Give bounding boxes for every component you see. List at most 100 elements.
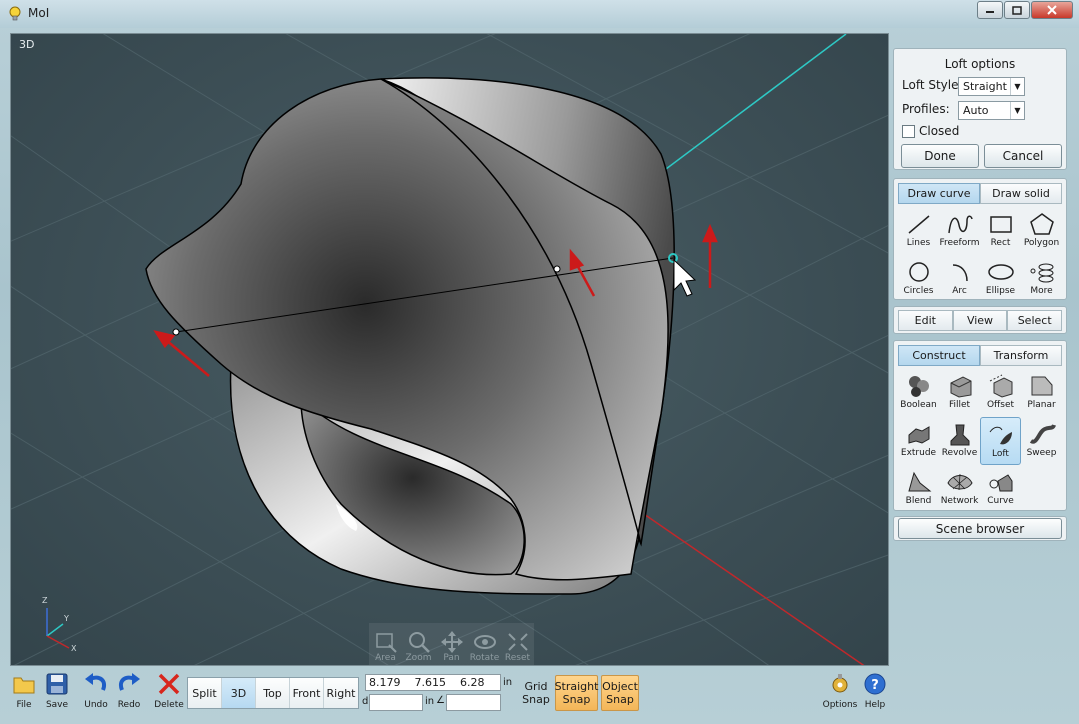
offset-tool[interactable]: Offset (980, 369, 1021, 417)
freeform-icon (947, 215, 973, 234)
done-button[interactable]: Done (901, 144, 979, 168)
revolve-tool[interactable]: Revolve (939, 417, 980, 465)
fillet-tool[interactable]: Fillet (939, 369, 980, 417)
rect-tool[interactable]: Rect (980, 207, 1021, 255)
tab-construct[interactable]: Construct (898, 345, 980, 366)
view-mode-buttons: Split 3D Top Front Right (187, 677, 359, 709)
lines-tool[interactable]: Lines (898, 207, 939, 255)
extrude-tool[interactable]: Extrude (898, 417, 939, 465)
view-3d-button[interactable]: 3D (222, 678, 256, 708)
line-icon (908, 215, 929, 234)
loft-options-title: Loft options (944, 57, 1016, 71)
file-button[interactable]: File (6, 670, 42, 718)
ellipse-tool[interactable]: Ellipse (980, 255, 1021, 303)
closed-checkbox[interactable] (902, 125, 915, 138)
axis-label-x: X (71, 644, 77, 653)
revolve-icon (950, 424, 969, 446)
planar-tool[interactable]: Planar (1021, 369, 1062, 417)
axis-label-z: Z (42, 596, 48, 605)
more-curves-icon (1030, 263, 1053, 283)
folder-icon (13, 677, 35, 694)
tab-transform[interactable]: Transform (980, 345, 1062, 366)
save-button[interactable]: Save (39, 670, 75, 718)
loft-options-panel: Loft options Loft Style: Straight ▼ Prof… (893, 48, 1067, 170)
view-nav-tools: Area Zoom Pan Rotate Reset (369, 623, 534, 665)
profiles-select[interactable]: Auto ▼ (958, 101, 1025, 120)
circles-tool[interactable]: Circles (898, 255, 939, 303)
grid-snap-button[interactable]: Grid Snap (518, 675, 554, 711)
network-icon (946, 473, 973, 491)
angle-input[interactable] (446, 694, 501, 711)
view-split-button[interactable]: Split (188, 678, 222, 708)
axis-label-y: Y (64, 614, 69, 623)
window-title: MoI (28, 6, 50, 20)
minimize-button[interactable] (977, 1, 1003, 19)
coord-y: 7.615 (414, 676, 447, 689)
delete-button[interactable]: Delete (151, 670, 187, 718)
options-button[interactable]: Options (822, 670, 858, 718)
tab-draw-solid[interactable]: Draw solid (980, 183, 1062, 204)
magnifier-icon (408, 632, 430, 653)
zoom-button[interactable]: Zoom (402, 623, 435, 665)
loft-style-select[interactable]: Straight ▼ (958, 77, 1025, 96)
network-tool[interactable]: Network (939, 465, 980, 513)
rotate-button[interactable]: Rotate (468, 623, 501, 665)
close-icon (1047, 5, 1057, 15)
loft-tool[interactable]: Loft (980, 417, 1021, 465)
scene-canvas (11, 34, 888, 665)
tab-edit[interactable]: Edit (898, 310, 953, 331)
cancel-button[interactable]: Cancel (984, 144, 1062, 168)
reset-button[interactable]: Reset (501, 623, 534, 665)
svg-text:?: ? (871, 678, 879, 693)
object-snap-button[interactable]: Object Snap (601, 675, 639, 711)
more-curves-tool[interactable]: More (1021, 255, 1062, 303)
scene-browser-button[interactable]: Scene browser (898, 518, 1062, 539)
boolean-tool[interactable]: Boolean (898, 369, 939, 417)
blend-tool[interactable]: Blend (898, 465, 939, 513)
fillet-icon (950, 376, 971, 398)
curve-icon (989, 474, 1012, 492)
straight-snap-button[interactable]: Straight Snap (555, 675, 598, 711)
undo-button[interactable]: Undo (78, 670, 114, 718)
y-axis-line (665, 34, 847, 170)
maximize-button[interactable] (1004, 1, 1030, 19)
bottom-toolbar: File Save Undo Redo Delete Split 3D Top … (0, 668, 1079, 724)
profiles-label: Profiles: (902, 102, 950, 116)
distance-label: d (362, 696, 369, 707)
3d-viewport[interactable]: 3D Z Y X Area Zoom Pan Rotate Reset (10, 33, 889, 666)
mouse-cursor-icon (673, 258, 697, 297)
tab-draw-curve[interactable]: Draw curve (898, 183, 980, 204)
help-button[interactable]: ? Help (857, 670, 893, 718)
view-front-button[interactable]: Front (290, 678, 324, 708)
area-zoom-button[interactable]: Area (369, 623, 402, 665)
freeform-tool[interactable]: Freeform (939, 207, 980, 255)
rotate-icon (473, 635, 496, 649)
tab-view[interactable]: View (952, 310, 1008, 331)
circle-icon (908, 262, 929, 282)
planar-icon (1031, 376, 1052, 396)
view-top-button[interactable]: Top (256, 678, 290, 708)
arc-tool[interactable]: Arc (939, 255, 980, 303)
distance-input[interactable] (369, 694, 423, 711)
sweep-tool[interactable]: Sweep (1021, 417, 1062, 465)
gear-icon (832, 674, 848, 693)
scene-browser-panel: Scene browser (893, 516, 1067, 541)
ellipse-icon (987, 264, 1014, 280)
close-button[interactable] (1031, 1, 1073, 19)
floppy-disk-icon (46, 673, 68, 695)
pan-button[interactable]: Pan (435, 623, 468, 665)
sweep-icon (1029, 424, 1056, 444)
tab-select[interactable]: Select (1007, 310, 1063, 331)
redo-icon (119, 673, 140, 691)
redo-button[interactable]: Redo (111, 670, 147, 718)
loft-icon (989, 426, 1012, 445)
curve-tool[interactable]: Curve (980, 465, 1021, 513)
view-right-button[interactable]: Right (324, 678, 358, 708)
help-icon: ? (864, 673, 886, 695)
profile-point-mid (553, 265, 561, 273)
reset-icon (507, 633, 528, 651)
distance-unit: in (425, 696, 435, 707)
closed-label: Closed (919, 124, 960, 138)
coordinate-input[interactable]: 8.179 7.615 6.28 (365, 674, 501, 691)
polygon-tool[interactable]: Polygon (1021, 207, 1062, 255)
